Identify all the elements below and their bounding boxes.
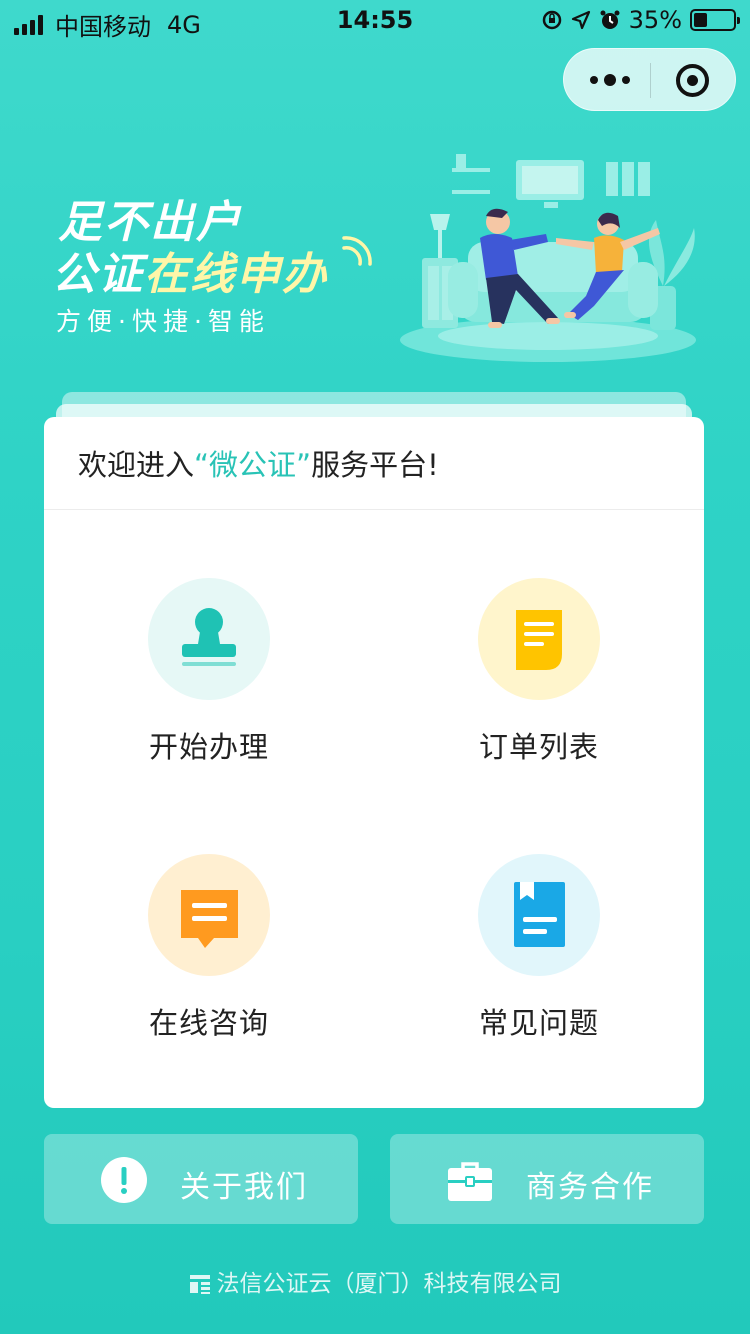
- tile-icon-circle: [148, 854, 270, 976]
- alarm-icon: [600, 10, 620, 29]
- tile-order-list[interactable]: 订单列表: [419, 578, 659, 766]
- signal-waves-icon: [342, 236, 372, 266]
- tile-label: 在线咨询: [148, 1006, 269, 1040]
- tile-icon-circle: [148, 578, 270, 700]
- mini-program-capsule: [563, 48, 736, 111]
- document-icon: [516, 610, 562, 670]
- banner-line2-prefix: 公证: [52, 249, 144, 300]
- battery-fill: [694, 13, 708, 27]
- tile-start-processing[interactable]: 开始办理: [89, 578, 329, 766]
- tile-label: 常见问题: [478, 1006, 599, 1040]
- welcome-suffix: 服务平台!: [311, 448, 439, 482]
- couple-sofa-illustration: [400, 154, 696, 362]
- welcome-brand: “微公证”: [194, 448, 312, 482]
- about-us-button[interactable]: 关于我们: [44, 1134, 358, 1224]
- tile-faq[interactable]: 常见问题: [419, 854, 659, 1042]
- status-bar: 中国移动 4G 14:55 35%: [0, 0, 750, 42]
- service-card: 欢迎进入“微公证”服务平台! 开始办理 订单列表 在线咨询 常见问题: [44, 417, 704, 1108]
- tile-label: 开始办理: [148, 730, 269, 764]
- chat-icon: [181, 890, 238, 948]
- welcome-prefix: 欢迎进入: [78, 448, 195, 482]
- exclamation-icon: [101, 1157, 147, 1203]
- more-dots-icon[interactable]: [590, 69, 630, 91]
- banner-subtitle: 方便·快捷·智能: [56, 307, 270, 336]
- stamp-icon: [182, 608, 236, 666]
- tile-label: 订单列表: [478, 730, 599, 764]
- business-cooperation-label: 商务合作: [526, 1170, 654, 1205]
- status-right: 35%: [541, 6, 740, 34]
- briefcase-icon: [448, 1162, 492, 1201]
- company-name: 法信公证云（厦门）科技有限公司: [216, 1271, 562, 1297]
- tile-icon-circle: [478, 854, 600, 976]
- business-cooperation-button[interactable]: 商务合作: [390, 1134, 704, 1224]
- welcome-header: 欢迎进入“微公证”服务平台!: [44, 417, 704, 510]
- book-icon: [514, 882, 565, 947]
- tile-online-consult[interactable]: 在线咨询: [89, 854, 329, 1042]
- banner-title-line2: 公证在线申办: [52, 238, 328, 302]
- tile-icon-circle: [478, 578, 600, 700]
- location-icon: [571, 10, 590, 30]
- banner-line2-highlight: 在线申办: [144, 249, 328, 300]
- target-icon[interactable]: [676, 64, 709, 97]
- about-us-label: 关于我们: [180, 1170, 308, 1205]
- orientation-lock-icon: [542, 10, 561, 30]
- company-logo-icon: [189, 1275, 210, 1294]
- battery-icon: [690, 9, 740, 31]
- footer: 法信公证云（厦门）科技有限公司: [0, 1264, 750, 1298]
- battery-percent: 35%: [628, 6, 682, 34]
- capsule-divider: [650, 63, 651, 98]
